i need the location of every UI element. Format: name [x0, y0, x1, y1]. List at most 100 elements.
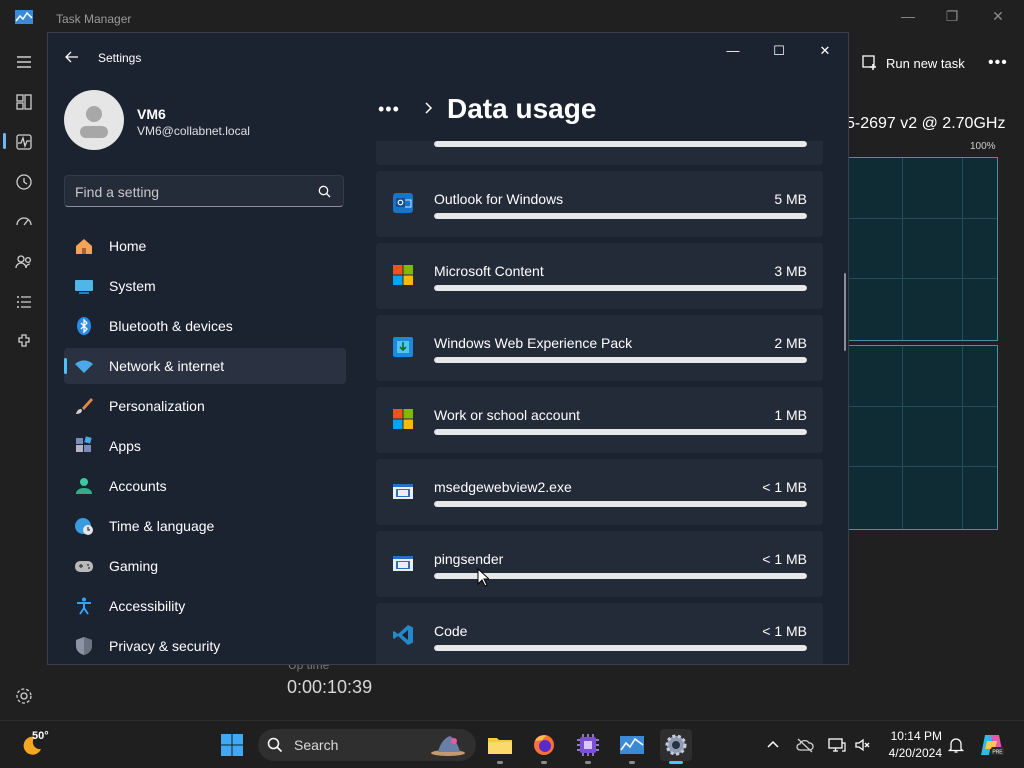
settings-taskbar-button[interactable]	[660, 729, 692, 764]
services-icon[interactable]	[14, 332, 34, 352]
app-history-icon[interactable]	[14, 172, 34, 192]
content-scrollbar-thumb[interactable]	[844, 273, 846, 351]
nav-item-personalization[interactable]: Personalization	[64, 388, 346, 424]
run-new-task-button[interactable]: Run new task	[862, 52, 965, 74]
list-item[interactable]: Code < 1 MB	[376, 603, 823, 664]
nav-item-system[interactable]: System	[64, 268, 346, 304]
nav-label: Network & internet	[109, 358, 225, 374]
nav-item-bluetooth[interactable]: Bluetooth & devices	[64, 308, 346, 344]
usage-bar	[434, 141, 807, 147]
list-item[interactable]: Microsoft Content 3 MB	[376, 243, 823, 309]
user-avatar[interactable]	[64, 90, 124, 150]
running-indicator	[585, 761, 591, 764]
nav-item-accessibility[interactable]: Accessibility	[64, 588, 346, 624]
graph-max-label: 100%	[970, 141, 996, 152]
speaker-muted-icon[interactable]	[854, 736, 872, 754]
app-name: pingsender	[434, 551, 504, 567]
hamburger-menu-icon[interactable]	[14, 52, 34, 72]
list-item[interactable]: msedgewebview2.exe < 1 MB	[376, 459, 823, 525]
task-manager-restore-button[interactable]: ❐	[930, 4, 974, 28]
list-item[interactable]	[376, 141, 823, 165]
settings-search-input[interactable]	[75, 182, 305, 202]
taskbar-search-box[interactable]: Search	[258, 729, 476, 761]
nav-item-privacy-security[interactable]: Privacy & security	[64, 628, 346, 664]
usage-bar	[434, 645, 807, 651]
running-indicator	[541, 761, 547, 764]
clock-date[interactable]: 4/20/2024	[880, 746, 942, 760]
task-manager-minimize-button[interactable]: —	[886, 4, 930, 28]
app-data-size: 3 MB	[774, 263, 807, 279]
task-manager-title: Task Manager	[56, 12, 132, 26]
app-data-size: 5 MB	[774, 191, 807, 207]
start-button[interactable]	[216, 729, 248, 761]
usage-bar	[434, 429, 807, 435]
nav-item-time-language[interactable]: Time & language	[64, 508, 346, 544]
search-icon[interactable]	[318, 185, 331, 198]
task-manager-taskbar-button[interactable]	[616, 729, 648, 764]
nav-item-network[interactable]: Network & internet	[64, 348, 346, 384]
globe-clock-icon	[75, 518, 93, 535]
breadcrumb-more-button[interactable]: •••	[378, 99, 400, 120]
task-manager-nav-rail	[0, 40, 48, 720]
app-data-size: < 1 MB	[762, 623, 807, 639]
more-options-button[interactable]: •••	[988, 54, 1008, 72]
list-item[interactable]: Outlook for Windows 5 MB	[376, 171, 823, 237]
weather-temperature[interactable]: 50°	[32, 730, 49, 742]
task-manager-settings-icon[interactable]	[14, 686, 34, 706]
chevron-up-icon[interactable]	[764, 736, 782, 754]
clock-time[interactable]: 10:14 PM	[880, 729, 942, 743]
nav-item-apps[interactable]: Apps	[64, 428, 346, 464]
microsoft-logo-icon	[393, 265, 413, 285]
settings-close-button[interactable]: ✕	[803, 39, 847, 63]
search-highlight-art-icon	[431, 736, 465, 756]
bluetooth-icon	[77, 317, 91, 335]
settings-search-box[interactable]	[64, 175, 344, 207]
gamepad-icon	[75, 561, 93, 572]
nav-item-home[interactable]: Home	[64, 228, 346, 264]
app-name: msedgewebview2.exe	[434, 479, 572, 495]
exe-window-icon	[393, 556, 413, 571]
folder-icon	[488, 738, 512, 754]
file-explorer-button[interactable]	[484, 729, 516, 764]
user-email: VM6@collabnet.local	[137, 124, 250, 138]
usage-bar	[434, 285, 807, 291]
details-icon[interactable]	[14, 292, 34, 312]
network-display-icon[interactable]	[828, 736, 846, 754]
run-task-icon	[862, 55, 876, 70]
task-manager-titlebar[interactable]: Task Manager — ❐ ✕	[0, 0, 1024, 36]
firefox-button[interactable]	[528, 729, 560, 764]
firefox-icon	[534, 735, 554, 755]
processes-icon[interactable]	[14, 92, 34, 112]
desktop: Task Manager — ❐ ✕ Run new task ••• 5-26…	[0, 0, 1024, 768]
taskbar: 50° Search 10:14 PM 4/20/2024 PRE	[0, 720, 1024, 768]
rail-selection-indicator	[3, 133, 6, 149]
notification-bell-icon[interactable]	[947, 736, 965, 754]
usage-bar-fill	[434, 357, 807, 363]
performance-icon[interactable]	[14, 132, 34, 152]
microsoft-logo-icon	[393, 409, 413, 429]
onedrive-offline-icon[interactable]	[796, 736, 814, 754]
usage-bar	[434, 501, 807, 507]
apps-icon	[76, 436, 92, 452]
nav-selection-indicator	[64, 358, 67, 374]
nav-label: Time & language	[109, 518, 215, 534]
usage-bar	[434, 213, 807, 219]
back-arrow-icon[interactable]	[64, 49, 80, 65]
nav-label: Personalization	[109, 398, 205, 414]
cpu-graph-top	[848, 157, 998, 341]
uptime-value: 0:00:10:39	[287, 677, 373, 697]
list-item[interactable]: pingsender < 1 MB	[376, 531, 823, 597]
settings-minimize-button[interactable]: —	[711, 39, 755, 63]
list-item[interactable]: Windows Web Experience Pack 2 MB	[376, 315, 823, 381]
users-icon[interactable]	[14, 252, 34, 272]
task-manager-close-button[interactable]: ✕	[976, 4, 1020, 28]
copilot-icon[interactable]: PRE	[979, 733, 1005, 757]
page-title: Data usage	[447, 93, 597, 124]
nav-item-gaming[interactable]: Gaming	[64, 548, 346, 584]
outlook-icon	[393, 193, 413, 213]
settings-maximize-button[interactable]: ☐	[757, 39, 801, 63]
chip-app-button[interactable]	[572, 729, 604, 764]
startup-apps-icon[interactable]	[14, 212, 34, 232]
list-item[interactable]: Work or school account 1 MB	[376, 387, 823, 453]
nav-item-accounts[interactable]: Accounts	[64, 468, 346, 504]
